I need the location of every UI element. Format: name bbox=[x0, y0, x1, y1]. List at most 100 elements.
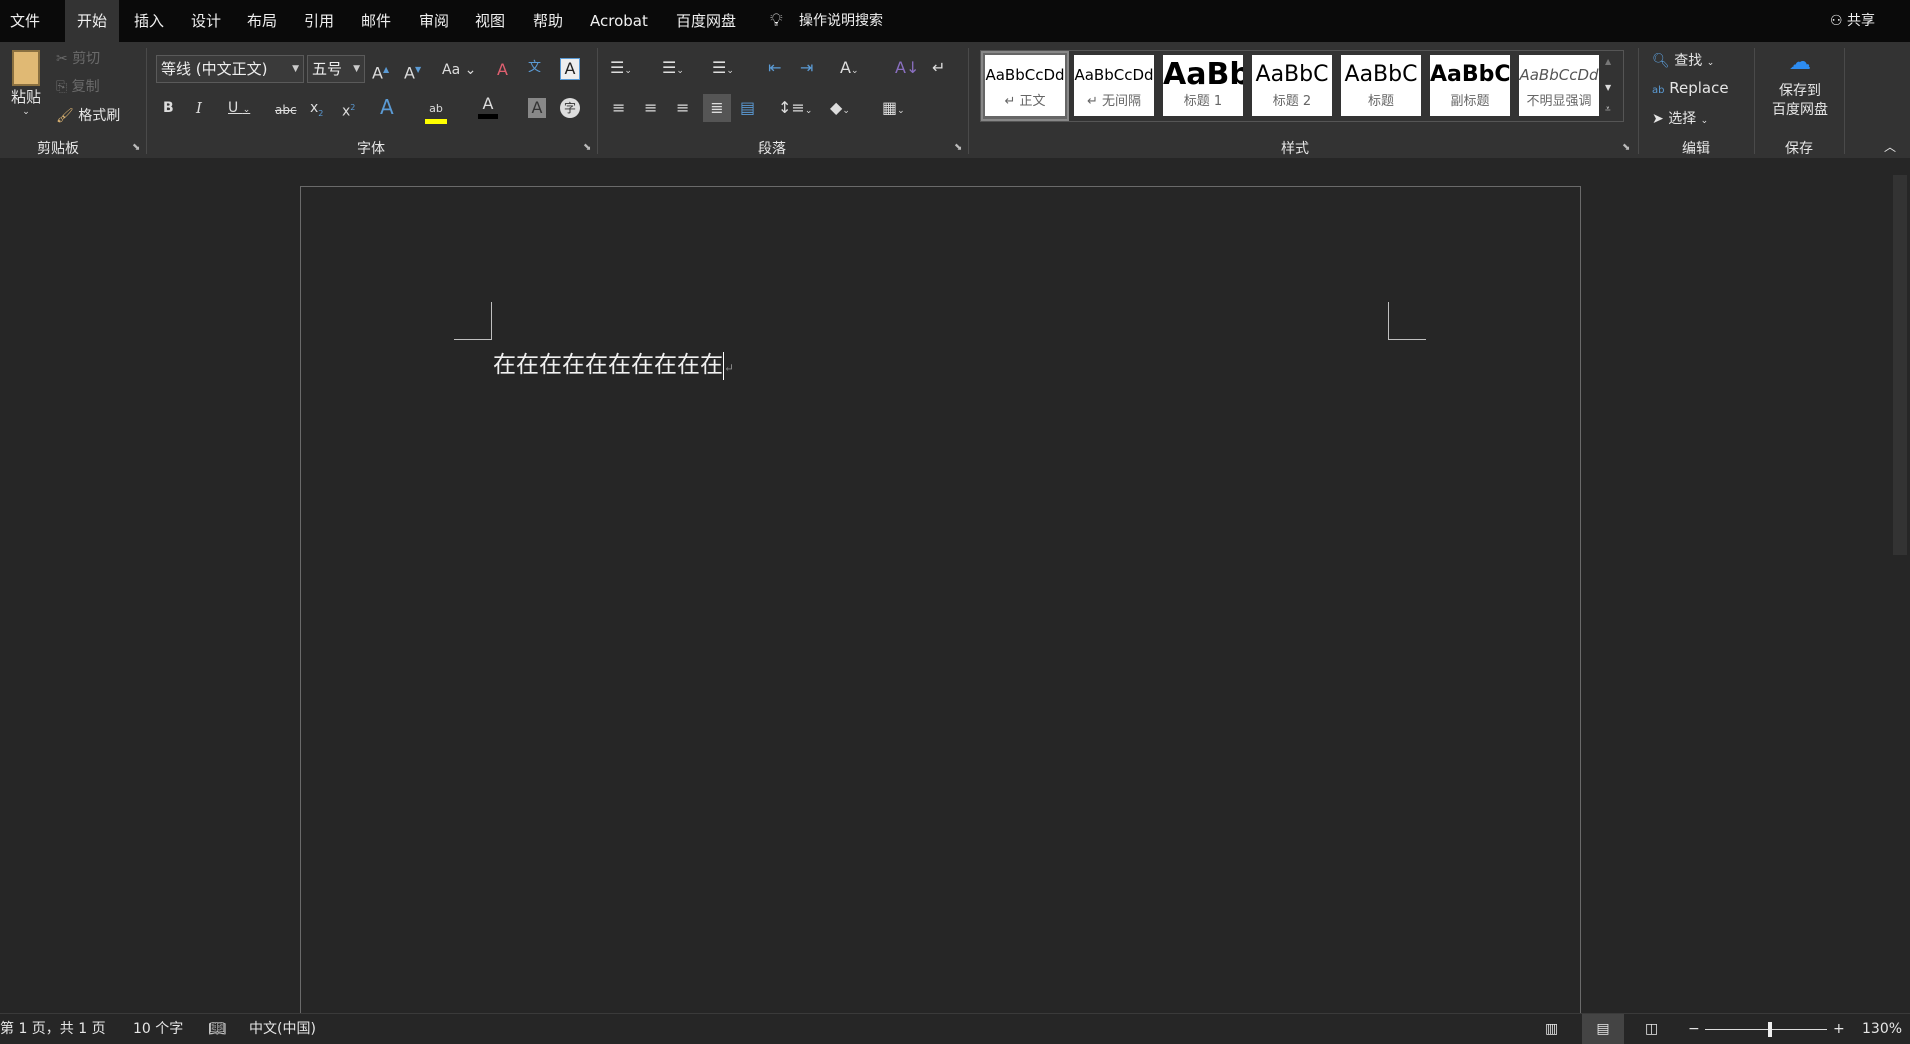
zoom-out-button[interactable]: − bbox=[1688, 1014, 1700, 1044]
line-spacing-icon[interactable]: ↕≡⌄ bbox=[778, 98, 812, 121]
shading-icon[interactable]: ◆⌄ bbox=[830, 98, 850, 121]
dialog-launcher-icon[interactable]: ⬊ bbox=[132, 142, 140, 153]
document-text[interactable]: 在在在在在在在在在在↵ bbox=[493, 345, 734, 380]
select-button[interactable]: ➤ 选择 ⌄ bbox=[1652, 108, 1708, 128]
tab-baidu[interactable]: 百度网盘 bbox=[668, 0, 744, 42]
font-color-icon[interactable]: A bbox=[478, 94, 498, 119]
web-layout-icon[interactable]: ◫ bbox=[1645, 1014, 1658, 1044]
save-to-baidu-button[interactable]: ☁ 保存到 百度网盘 bbox=[1762, 50, 1838, 120]
share-label: 共享 bbox=[1847, 13, 1876, 29]
brush-icon: 🖌︎ bbox=[56, 108, 74, 124]
distributed-icon[interactable]: ▤ bbox=[740, 98, 755, 118]
page-count[interactable]: 第 1 页，共 1 页 bbox=[0, 1014, 106, 1044]
clipboard-icon bbox=[12, 50, 40, 86]
shrink-font-icon[interactable]: A▼ bbox=[404, 60, 421, 83]
increase-indent-icon[interactable]: ⇥ bbox=[800, 58, 813, 78]
paste-button[interactable]: 粘贴 ⌄ bbox=[8, 50, 44, 117]
group-label-paragraph: 段落 bbox=[758, 141, 786, 157]
character-shading-icon[interactable]: A bbox=[528, 98, 546, 118]
user-icon: ⚇ bbox=[1830, 13, 1843, 29]
cut-button[interactable]: ✂ 剪切 bbox=[56, 48, 100, 68]
tab-home[interactable]: 开始 bbox=[65, 0, 120, 42]
style-normal[interactable]: AaBbCcDd ↵ 正文 bbox=[985, 55, 1065, 116]
change-case-icon[interactable]: Aa ⌄ bbox=[442, 60, 476, 80]
grow-font-icon[interactable]: A▲ bbox=[372, 60, 389, 83]
collapse-ribbon-icon[interactable]: ︿ bbox=[1884, 138, 1896, 155]
text-effects-icon[interactable]: A bbox=[380, 97, 394, 117]
gallery-more-icon[interactable]: ⩡ bbox=[1605, 100, 1611, 120]
bold-icon[interactable]: B bbox=[163, 98, 174, 118]
tab-view[interactable]: 视图 bbox=[467, 0, 513, 42]
font-size-combo[interactable]: 五号 ▼ bbox=[307, 55, 365, 83]
style-heading-2[interactable]: AaBbC 标题 2 bbox=[1252, 55, 1332, 116]
style-subtitle[interactable]: AaBbC 副标题 bbox=[1430, 55, 1510, 116]
share-button[interactable]: ⚇ 共享 bbox=[1822, 0, 1883, 42]
status-bar: 第 1 页，共 1 页 10 个字 📖︎ 中文(中国) ▥ ▤ ◫ − + 13… bbox=[0, 1013, 1910, 1044]
enclose-character-icon[interactable]: 字 bbox=[560, 98, 580, 118]
tab-help[interactable]: 帮助 bbox=[525, 0, 571, 42]
align-right-icon[interactable]: ≡ bbox=[676, 98, 689, 118]
font-name-combo[interactable]: 等线 (中文正文) ▼ bbox=[156, 55, 304, 83]
dialog-launcher-icon[interactable]: ⬊ bbox=[583, 142, 591, 153]
dialog-launcher-icon[interactable]: ⬊ bbox=[954, 142, 962, 153]
tab-file[interactable]: 文件 bbox=[2, 0, 48, 42]
underline-icon[interactable]: U ⌄ bbox=[228, 98, 250, 120]
phonetic-guide-icon[interactable]: 文 bbox=[528, 58, 541, 78]
character-border-icon[interactable]: A bbox=[560, 58, 580, 80]
tab-layout[interactable]: 布局 bbox=[239, 0, 285, 42]
tab-mailings[interactable]: 邮件 bbox=[353, 0, 399, 42]
multilevel-list-icon[interactable]: ☰⌄ bbox=[712, 58, 734, 81]
word-count[interactable]: 10 个字 bbox=[133, 1014, 183, 1044]
align-center-icon[interactable]: ≡ bbox=[644, 98, 657, 118]
style-heading-1[interactable]: AaBb 标题 1 bbox=[1163, 55, 1243, 116]
highlight-icon[interactable]: ab bbox=[425, 97, 447, 124]
language[interactable]: 中文(中国) bbox=[249, 1014, 316, 1044]
style-no-spacing[interactable]: AaBbCcDd ↵ 无间隔 bbox=[1074, 55, 1154, 116]
document-page[interactable]: 在在在在在在在在在在↵ bbox=[300, 186, 1581, 1026]
zoom-level[interactable]: 130% bbox=[1862, 1014, 1902, 1044]
italic-icon[interactable]: I bbox=[196, 98, 202, 118]
format-painter-button[interactable]: 🖌︎ 格式刷 bbox=[56, 105, 120, 125]
show-marks-icon[interactable]: ↵ bbox=[932, 58, 945, 78]
align-left-icon[interactable]: ≡ bbox=[612, 98, 625, 118]
text-direction-icon[interactable]: A⌄ bbox=[840, 58, 859, 81]
proofing-icon[interactable]: 📖︎ bbox=[208, 1014, 226, 1044]
sort-icon[interactable]: A↓ bbox=[895, 58, 919, 78]
copy-button[interactable]: ⎘ 复制 bbox=[56, 76, 100, 96]
chevron-down-icon: ▼ bbox=[353, 64, 360, 74]
scrollbar-thumb[interactable] bbox=[1893, 175, 1907, 555]
group-label-save: 保存 bbox=[1785, 141, 1813, 157]
clear-formatting-icon[interactable]: A bbox=[497, 60, 508, 80]
print-layout-icon[interactable]: ▤ bbox=[1582, 1014, 1624, 1044]
superscript-icon[interactable]: x2 bbox=[342, 98, 355, 122]
read-mode-icon[interactable]: ▥ bbox=[1545, 1014, 1558, 1044]
zoom-in-button[interactable]: + bbox=[1833, 1014, 1845, 1044]
numbering-icon[interactable]: ☰⌄ bbox=[662, 58, 684, 81]
tab-acrobat[interactable]: Acrobat bbox=[582, 0, 656, 42]
style-subtle-emphasis[interactable]: AaBbCcDd 不明显强调 bbox=[1519, 55, 1599, 116]
lightbulb-icon[interactable]: 💡︎ bbox=[762, 0, 791, 42]
bullets-icon[interactable]: ☰⌄ bbox=[610, 58, 632, 81]
borders-icon[interactable]: ▦⌄ bbox=[882, 98, 905, 121]
tell-me-search[interactable]: 操作说明搜索 bbox=[791, 0, 891, 42]
style-title[interactable]: AaBbC 标题 bbox=[1341, 55, 1421, 116]
strikethrough-icon[interactable]: abc bbox=[275, 100, 297, 120]
zoom-slider[interactable] bbox=[1705, 1029, 1827, 1030]
group-label-editing: 编辑 bbox=[1682, 141, 1710, 157]
tab-design[interactable]: 设计 bbox=[183, 0, 229, 42]
gallery-up-icon[interactable]: ▲ bbox=[1605, 52, 1611, 72]
tab-review[interactable]: 审阅 bbox=[411, 0, 457, 42]
dialog-launcher-icon[interactable]: ⬊ bbox=[1622, 142, 1630, 153]
decrease-indent-icon[interactable]: ⇤ bbox=[768, 58, 781, 78]
zoom-slider-thumb[interactable] bbox=[1768, 1022, 1772, 1037]
font-size-value: 五号 bbox=[312, 60, 343, 78]
divider bbox=[1844, 48, 1845, 154]
replace-button[interactable]: ab Replace bbox=[1652, 79, 1729, 97]
justify-icon[interactable]: ≣ bbox=[703, 94, 731, 122]
subscript-icon[interactable]: x2 bbox=[310, 98, 323, 124]
tab-references[interactable]: 引用 bbox=[296, 0, 342, 42]
find-button[interactable]: 🔍︎ 查找 ⌄ bbox=[1652, 50, 1714, 70]
gallery-down-icon[interactable]: ▼ bbox=[1605, 78, 1611, 98]
tab-insert[interactable]: 插入 bbox=[126, 0, 172, 42]
group-label-clipboard: 剪贴板 bbox=[37, 141, 79, 157]
